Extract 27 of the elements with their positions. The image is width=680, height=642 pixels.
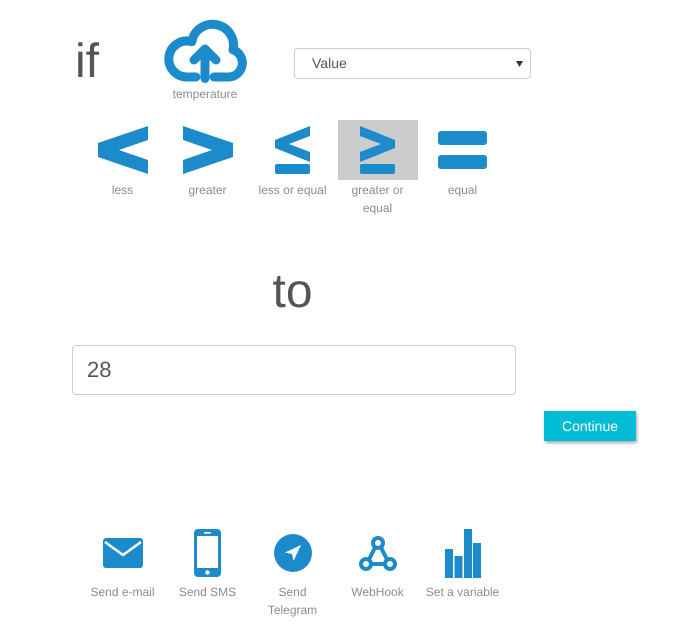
connected-nodes-icon bbox=[358, 534, 398, 572]
to-keyword: to bbox=[272, 268, 313, 316]
less-than-icon bbox=[98, 126, 148, 174]
phone-icon bbox=[194, 529, 221, 577]
paper-plane-icon bbox=[274, 534, 312, 572]
operator-option[interactable]: equal bbox=[420, 120, 505, 199]
less-than-or-equal-icon bbox=[275, 126, 310, 174]
envelope-icon bbox=[102, 538, 142, 568]
value-input[interactable]: 28 bbox=[72, 345, 516, 395]
greater-than-or-equal-icon bbox=[360, 126, 395, 174]
bar-chart-icon bbox=[444, 528, 480, 578]
action-option[interactable]: Send Telegram bbox=[250, 528, 335, 619]
greater-than-icon bbox=[182, 126, 232, 174]
cloud-upload-icon bbox=[163, 17, 247, 83]
value-dropdown[interactable]: Value bbox=[294, 48, 531, 79]
action-option[interactable]: Send e-mail bbox=[80, 528, 165, 601]
operator-option[interactable]: less bbox=[80, 120, 165, 199]
action-option[interactable]: WebHook bbox=[335, 528, 420, 601]
action-option[interactable]: Set a variable bbox=[420, 528, 505, 601]
sensor-label: temperature bbox=[172, 86, 238, 102]
equals-icon bbox=[438, 131, 487, 169]
action-option[interactable]: Send SMS bbox=[165, 528, 250, 601]
operator-option[interactable]: greater bbox=[165, 120, 250, 199]
continue-button[interactable]: Continue bbox=[544, 411, 636, 441]
operator-option[interactable]: less or equal bbox=[250, 120, 335, 199]
if-keyword: if bbox=[75, 38, 99, 86]
caret-icon bbox=[516, 60, 523, 66]
